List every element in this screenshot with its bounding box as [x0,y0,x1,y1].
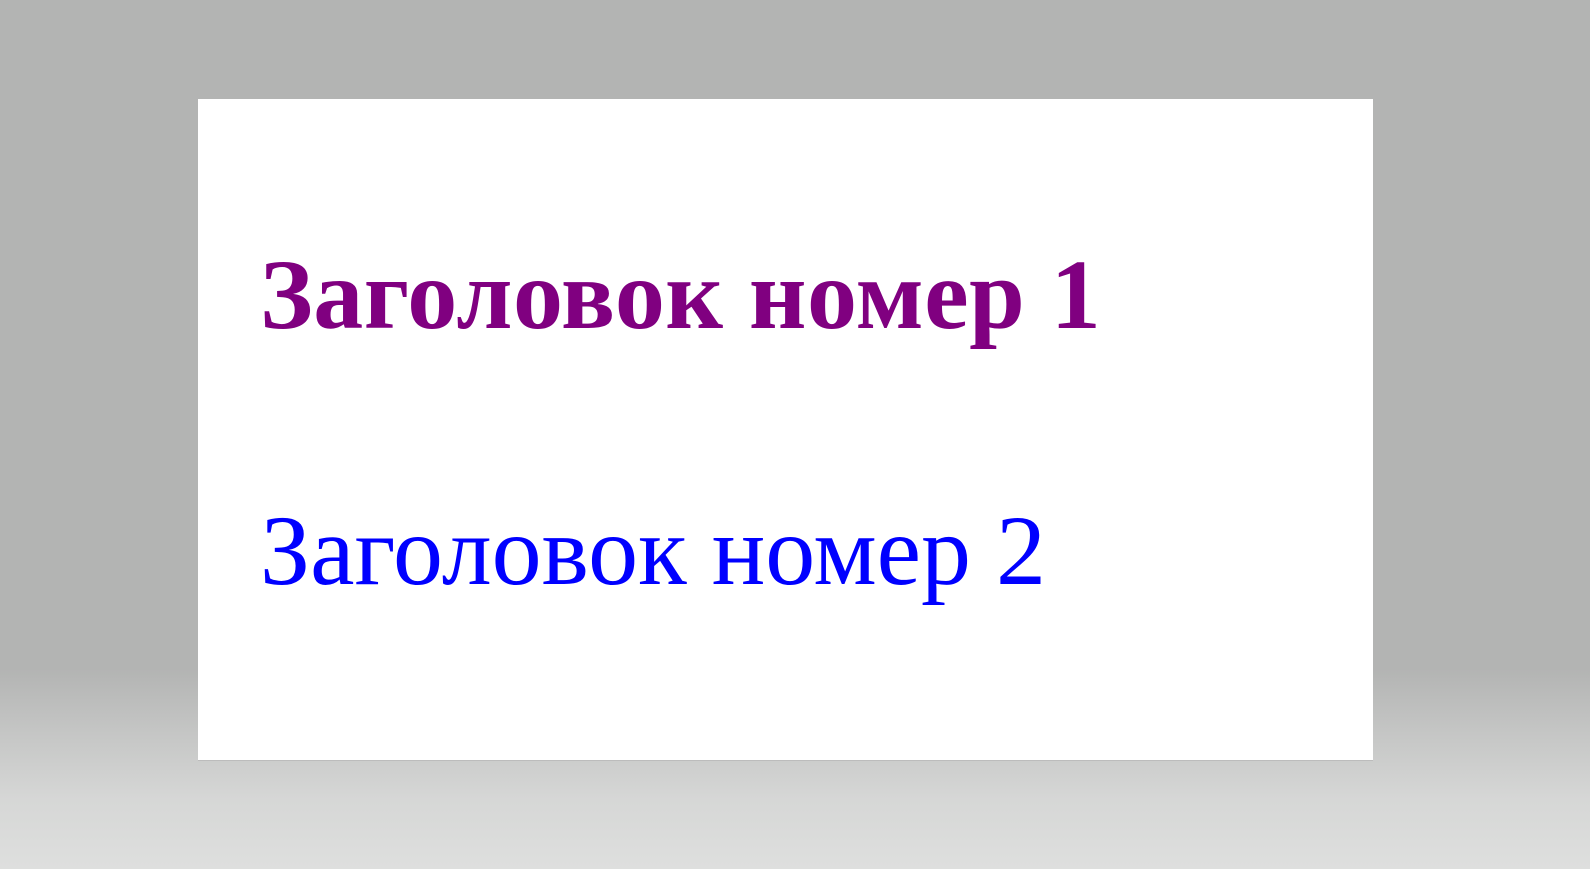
document-page: Заголовок номер 1 Заголовок номер 2 [198,99,1373,760]
heading-2: Заголовок номер 2 [260,495,1046,606]
heading-1: Заголовок номер 1 [260,239,1102,350]
